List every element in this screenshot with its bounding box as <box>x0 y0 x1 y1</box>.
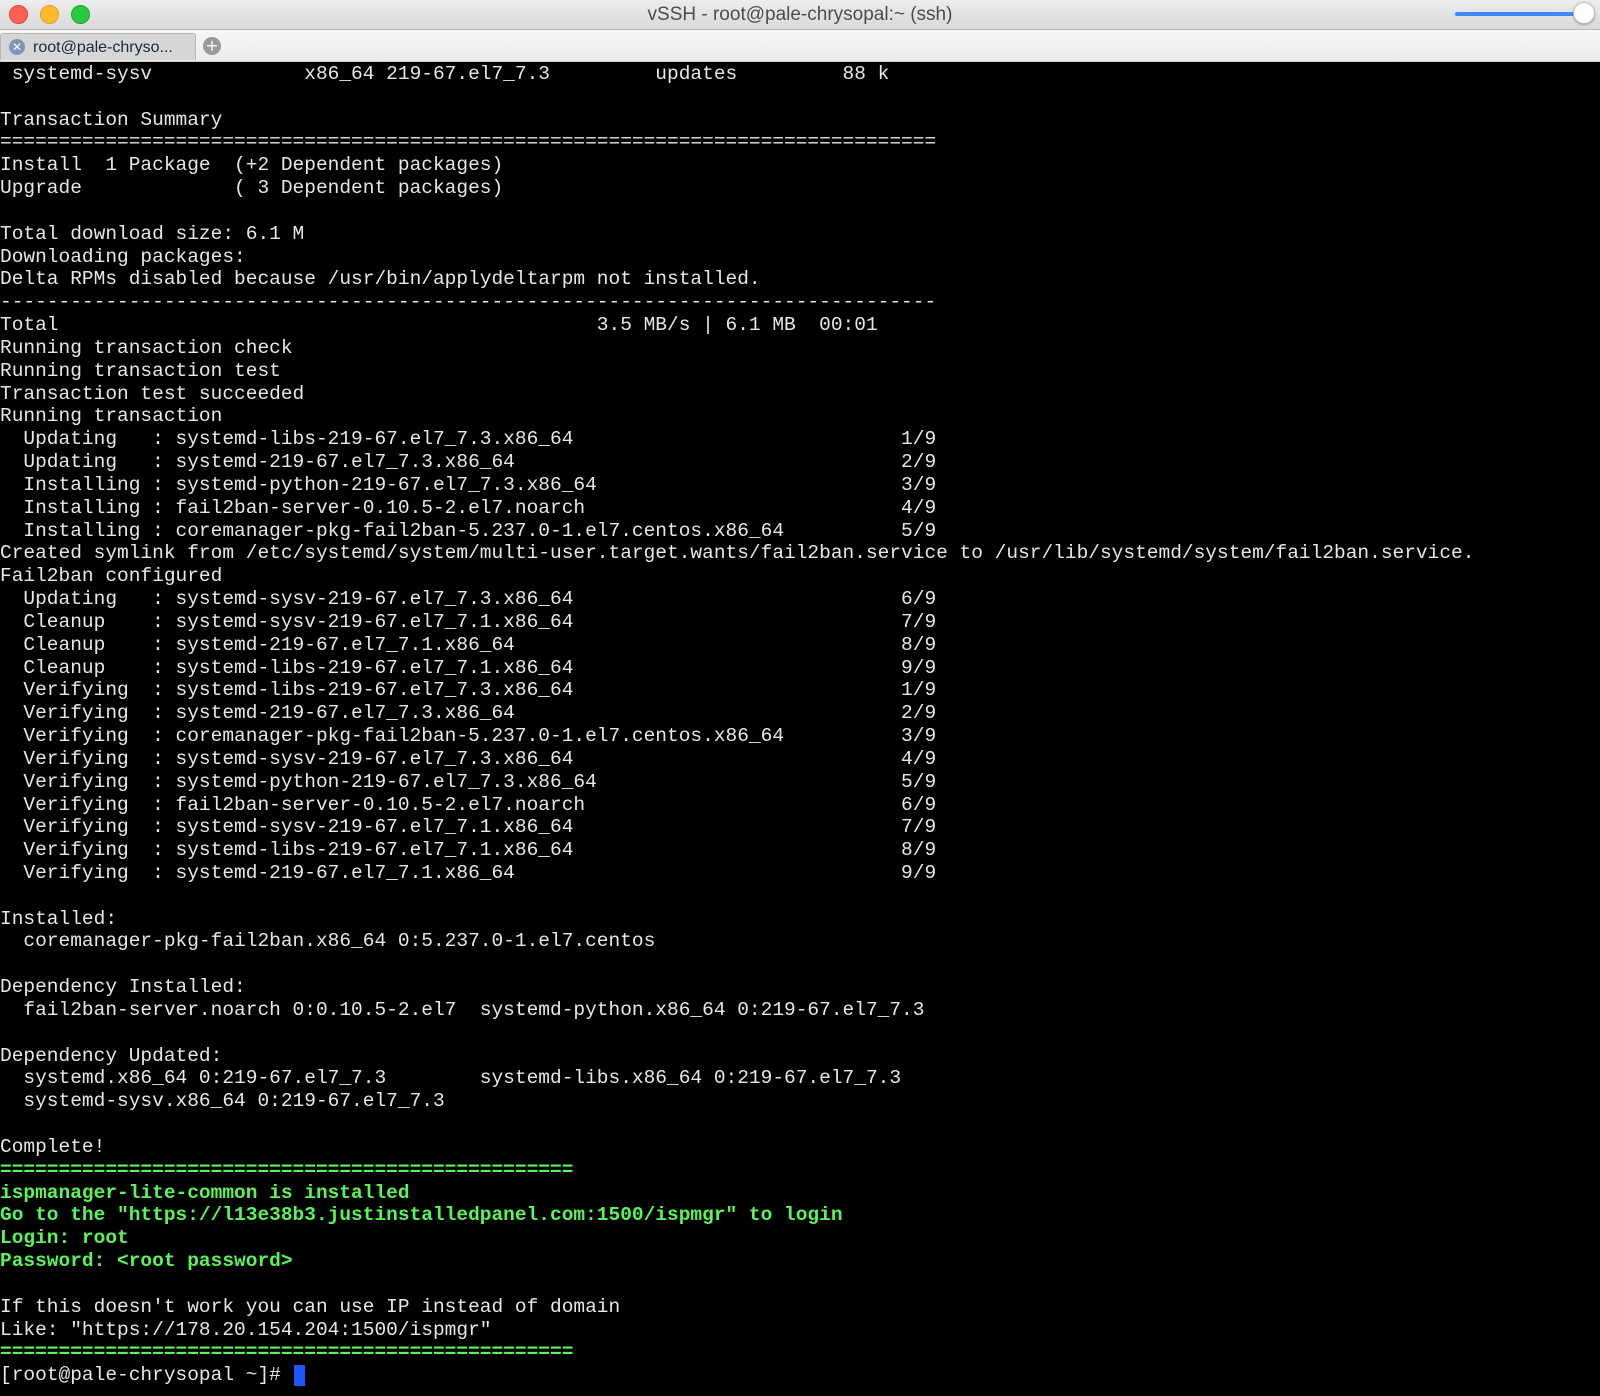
terminal-line: systemd-sysv x86_64 219-67.el7_7.3 updat… <box>0 63 890 85</box>
terminal-line: ========================================… <box>0 1158 574 1181</box>
terminal-line: Updating : systemd-219-67.el7_7.3.x86_64… <box>0 451 937 474</box>
terminal-output[interactable]: systemd-sysv x86_64 219-67.el7_7.3 updat… <box>0 62 1600 1396</box>
title-bar[interactable]: vSSH - root@pale-chrysopal:~ (ssh) <box>0 0 1600 30</box>
terminal-line: Go to the "https://l13e38b3.justinstalle… <box>0 1204 843 1227</box>
terminal-line: Verifying : systemd-python-219-67.el7_7.… <box>0 770 937 793</box>
terminal-line: Dependency Installed: <box>0 976 246 999</box>
window-title: vSSH - root@pale-chrysopal:~ (ssh) <box>647 4 953 25</box>
terminal-line: fail2ban-server.noarch 0:0.10.5-2.el7 sy… <box>0 998 925 1021</box>
terminal-line: Installing : coremanager-pkg-fail2ban-5.… <box>0 519 937 542</box>
terminal-line: Verifying : fail2ban-server-0.10.5-2.el7… <box>0 793 937 816</box>
terminal-line: coremanager-pkg-fail2ban.x86_64 0:5.237.… <box>0 930 656 953</box>
vssh-window: vSSH - root@pale-chrysopal:~ (ssh) ✕ roo… <box>0 0 1600 1396</box>
transparency-slider[interactable] <box>1455 0 1595 30</box>
slider-track[interactable] <box>1455 12 1583 16</box>
terminal-line: Fail2ban configured <box>0 565 223 588</box>
terminal-line: Install 1 Package (+2 Dependent packages… <box>0 154 504 177</box>
terminal-line: Verifying : systemd-libs-219-67.el7_7.3.… <box>0 679 937 702</box>
terminal-line: Updating : systemd-libs-219-67.el7_7.3.x… <box>0 428 937 451</box>
terminal-line: Verifying : systemd-sysv-219-67.el7_7.3.… <box>0 747 937 770</box>
slider-knob[interactable] <box>1573 2 1595 24</box>
terminal-line: Updating : systemd-sysv-219-67.el7_7.3.x… <box>0 588 937 611</box>
terminal-line: Password: <root password> <box>0 1250 293 1273</box>
terminal-line: Cleanup : systemd-219-67.el7_7.1.x86_64 … <box>0 633 937 656</box>
terminal-line: Like: "https://178.20.154.204:1500/ispmg… <box>0 1318 492 1341</box>
terminal-line: Transaction test succeeded <box>0 382 305 405</box>
terminal-line: ----------------------------------------… <box>0 291 937 314</box>
terminal-line: Cleanup : systemd-sysv-219-67.el7_7.1.x8… <box>0 610 937 633</box>
terminal-line: Installed: <box>0 907 118 930</box>
shell-prompt: [root@pale-chrysopal ~]# <box>0 1364 293 1387</box>
terminal-line: Verifying : systemd-219-67.el7_7.3.x86_6… <box>0 702 937 725</box>
terminal-line: Running transaction check <box>0 336 293 359</box>
prompt-line[interactable]: [root@pale-chrysopal ~]# <box>0 1364 1474 1387</box>
terminal-line: Delta RPMs disabled because /usr/bin/app… <box>0 268 761 291</box>
terminal-line: Running transaction test <box>0 359 281 382</box>
terminal-line: Dependency Updated: <box>0 1044 223 1067</box>
terminal-line: Created symlink from /etc/systemd/system… <box>0 542 1475 565</box>
terminal-line: Cleanup : systemd-libs-219-67.el7_7.1.x8… <box>0 656 937 679</box>
tab-bar: ✕ root@pale-chryso... + <box>0 30 1600 62</box>
terminal-line: Total 3.5 MB/s | 6.1 MB 00:01 <box>0 314 878 337</box>
terminal-line: Transaction Summary <box>0 108 223 131</box>
new-tab-icon[interactable]: + <box>203 37 221 55</box>
tab-session[interactable]: ✕ root@pale-chryso... <box>0 33 196 60</box>
terminal-line: systemd.x86_64 0:219-67.el7_7.3 systemd-… <box>0 1067 902 1090</box>
text-cursor <box>293 1364 305 1386</box>
terminal-line: Verifying : systemd-sysv-219-67.el7_7.1.… <box>0 816 937 839</box>
terminal-line: If this doesn't work you can use IP inst… <box>0 1295 621 1318</box>
terminal-line: ========================================… <box>0 1341 574 1364</box>
terminal-lines: systemd-sysv x86_64 219-67.el7_7.3 updat… <box>0 63 1474 1387</box>
close-tab-icon[interactable]: ✕ <box>9 39 25 55</box>
terminal-line: Total download size: 6.1 M <box>0 222 305 245</box>
terminal-line: Verifying : systemd-219-67.el7_7.1.x86_6… <box>0 861 937 884</box>
terminal-line: Running transaction <box>0 405 223 428</box>
terminal-line: Upgrade ( 3 Dependent packages) <box>0 177 504 200</box>
terminal-line: Installing : systemd-python-219-67.el7_7… <box>0 473 937 496</box>
terminal-line: Installing : fail2ban-server-0.10.5-2.el… <box>0 496 937 519</box>
terminal-line: Login: root <box>0 1227 129 1250</box>
terminal-line: Verifying : coremanager-pkg-fail2ban-5.2… <box>0 725 937 748</box>
terminal-line: ispmanager-lite-common is installed <box>0 1181 410 1204</box>
terminal-line: Complete! <box>0 1135 106 1158</box>
terminal-line: systemd-sysv.x86_64 0:219-67.el7_7.3 <box>0 1090 445 1113</box>
terminal-line: ========================================… <box>0 131 937 154</box>
terminal-line: Downloading packages: <box>0 245 246 268</box>
tab-label: root@pale-chryso... <box>33 39 173 56</box>
terminal-line: Verifying : systemd-libs-219-67.el7_7.1.… <box>0 839 937 862</box>
